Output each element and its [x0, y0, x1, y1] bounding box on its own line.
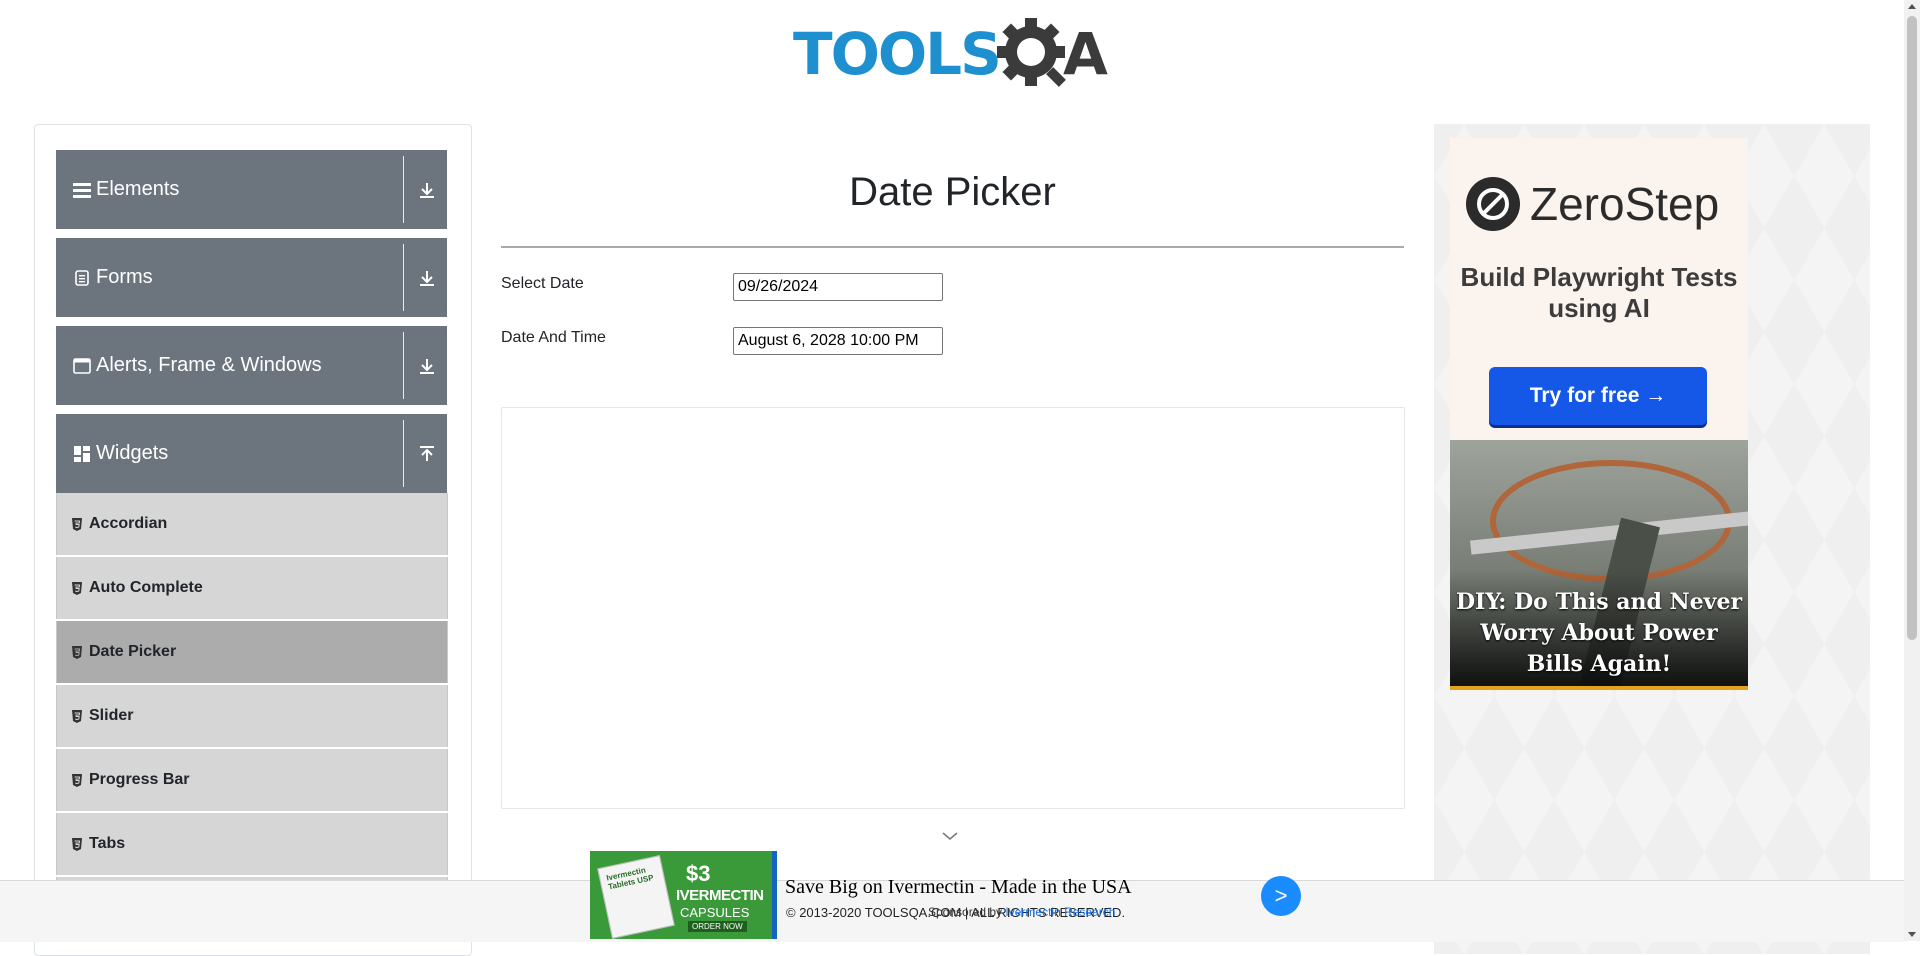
site-header: TOOLS A [0, 0, 1904, 110]
bottom-ad-banner[interactable]: Ivermectin Tablets USP $3 IVERMECTIN CAP… [590, 851, 1301, 941]
group-separator [403, 420, 404, 487]
window-icon [72, 356, 92, 376]
toolsqa-logo[interactable]: TOOLS A [793, 14, 1115, 92]
group-label: Forms [96, 266, 153, 288]
zerostep-ad[interactable]: ZeroStep Build Playwright Tests using AI… [1450, 138, 1748, 440]
download-icon[interactable] [415, 354, 439, 378]
upload-icon[interactable] [415, 442, 439, 466]
chevron-down-icon[interactable] [941, 831, 959, 841]
sidebar-item-date-picker[interactable]: Date Picker [56, 621, 448, 683]
download-icon[interactable] [415, 266, 439, 290]
group-separator [403, 244, 404, 311]
group-separator [403, 332, 404, 399]
html5-icon [71, 709, 83, 723]
scrollbar-thumb[interactable] [1907, 16, 1917, 640]
left-sidebar: Elements Forms Alerts, Frame & Windows W… [34, 124, 472, 956]
logo-text-a: A [1063, 20, 1108, 88]
date-and-time-input[interactable] [733, 327, 943, 355]
sidebar-item-auto-complete[interactable]: Auto Complete [56, 557, 448, 619]
sidebar-item-tabs[interactable]: Tabs [56, 813, 448, 875]
scroll-down-arrow-icon[interactable] [1908, 932, 1916, 937]
product-box: Ivermectin Tablets USP [597, 855, 675, 939]
group-separator [403, 156, 404, 223]
group-widgets[interactable]: Widgets [56, 414, 447, 493]
hamburger-icon [72, 180, 92, 200]
zerostep-logo-icon [1466, 177, 1520, 231]
product-box-label: Ivermectin Tablets USP [605, 865, 655, 892]
zerostep-brand: ZeroStep [1530, 178, 1720, 230]
group-label: Widgets [96, 442, 169, 464]
diy-headline: DIY: Do This and Never Worry About Power… [1455, 589, 1743, 677]
date-and-time-label: Date And Time [501, 329, 606, 346]
ad-next-button[interactable]: > [1261, 876, 1301, 916]
group-forms[interactable]: Forms [56, 238, 447, 317]
try-for-free-button[interactable]: Try for free → [1489, 367, 1707, 425]
right-ad-column: ZeroStep Build Playwright Tests using AI… [1434, 124, 1870, 954]
group-label: Elements [96, 178, 180, 200]
html5-icon [71, 645, 83, 659]
sidebar-item-label: Tabs [89, 835, 126, 852]
product-form: CAPSULES [680, 905, 750, 920]
html5-icon [71, 773, 83, 787]
sidebar-item-label: Accordian [89, 515, 168, 532]
title-divider [501, 246, 1404, 248]
gear-magnifier-icon [997, 18, 1066, 87]
logo-text-tools: TOOLS [793, 20, 1002, 88]
sidebar-item-label: Progress Bar [89, 771, 190, 788]
download-icon[interactable] [415, 178, 439, 202]
scroll-up-arrow-icon[interactable] [1908, 4, 1916, 9]
select-date-input[interactable] [733, 273, 943, 301]
html5-icon [71, 837, 83, 851]
vertical-scrollbar[interactable] [1904, 0, 1920, 941]
sidebar-item-label: Slider [89, 707, 134, 724]
ad-placeholder [501, 407, 1405, 809]
diy-accent-bar [1450, 686, 1748, 690]
form-icon [72, 268, 92, 288]
html5-icon [71, 581, 83, 595]
product-image[interactable]: Ivermectin Tablets USP $3 IVERMECTIN CAP… [590, 851, 772, 939]
sidebar-item-slider[interactable]: Slider [56, 685, 448, 747]
sidebar-item-accordian[interactable]: Accordian [56, 493, 448, 555]
order-now-badge: ORDER NOW [688, 921, 747, 932]
page-title: Date Picker [849, 170, 1056, 214]
group-elements[interactable]: Elements [56, 150, 447, 229]
sidebar-item-label: Auto Complete [89, 579, 203, 596]
product-name: IVERMECTIN [676, 887, 764, 904]
diy-story-ad[interactable]: DIY: Do This and Never Worry About Power… [1450, 440, 1748, 690]
sidebar-item-progress-bar[interactable]: Progress Bar [56, 749, 448, 811]
group-label: Alerts, Frame & Windows [96, 354, 322, 376]
select-date-label: Select Date [501, 275, 584, 292]
product-price: $3 [686, 861, 711, 886]
ad-accent-bar [772, 851, 777, 939]
dashboard-icon [72, 444, 92, 464]
html5-icon [71, 517, 83, 531]
ad-headline[interactable]: Save Big on Ivermectin - Made in the USA [785, 876, 1132, 899]
sidebar-item-label: Date Picker [89, 643, 177, 660]
group-alerts-frame-windows[interactable]: Alerts, Frame & Windows [56, 326, 447, 405]
zerostep-tagline: Build Playwright Tests using AI [1460, 262, 1738, 323]
